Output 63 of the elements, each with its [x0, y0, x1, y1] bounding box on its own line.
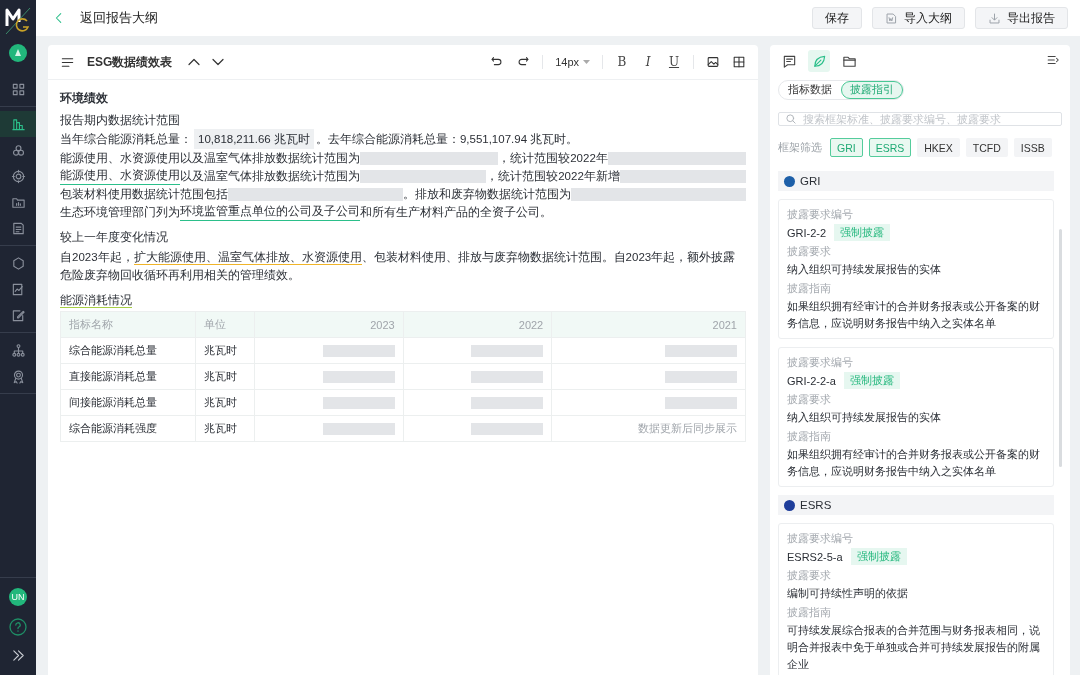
group-name: ESRS: [800, 499, 832, 511]
field-label: 披露要求编号: [787, 531, 854, 546]
filter-label: 框架筛选: [778, 140, 822, 155]
table-cell: 兆瓦时: [195, 363, 255, 390]
italic-button[interactable]: I: [641, 55, 655, 69]
group-name: GRI: [800, 175, 821, 187]
group-header[interactable]: ESRS: [778, 495, 1054, 515]
column-header: 2022: [403, 311, 552, 338]
export-button[interactable]: 导出报告: [975, 7, 1068, 29]
subheading: 较上一年度变化情况: [60, 230, 169, 245]
disclosure-code: GRI-2-2: [787, 226, 827, 239]
requirement-text: 纳入组织可持续发展报告的实体: [787, 410, 942, 425]
paragraph: 当年综合能源消耗总量： 10,818,211.66 兆瓦时 。去年综合能源消耗总量：9,551,107.94 兆瓦时。: [60, 129, 746, 149]
paragraph: 生态环境管理部门列为环境监管重点单位的公司及子公司和所有生产材料产品的全资子公司。: [60, 203, 746, 221]
bold-button[interactable]: B: [615, 55, 629, 69]
field-label: 披露要求编号: [787, 207, 854, 222]
paragraph: 自2023年起，扩大能源使用、温室气体排放、水资源使用、包装材料使用、排放与废弃物数据统计范围。自2023年起，额外披露危险废弃物回收循环再利用相关的管理绩效。: [60, 250, 737, 283]
field-label: 披露要求: [787, 392, 832, 407]
table-cell: 兆瓦时: [195, 415, 255, 442]
table-cell: 间接能源消耗总量: [60, 389, 196, 416]
import-button[interactable]: 导入大纲: [872, 7, 965, 29]
group-header[interactable]: GRI: [778, 171, 1054, 191]
filter-chip[interactable]: ISSB: [1013, 138, 1052, 157]
requirement-text: 纳入组织可持续发展报告的实体: [787, 262, 942, 277]
requirement-text: 编制可持续性声明的依据: [787, 586, 909, 601]
guide-text: 可持续发展综合报表的合并范围与财务报表相同，说明合并报表中免于单独或合并可持续发展报告的附属企业: [787, 623, 1041, 672]
disclosure-code: ESRS2-5-a: [787, 550, 843, 563]
column-header: 2021: [551, 311, 746, 338]
save-button[interactable]: 保存: [812, 7, 862, 29]
field-label: 披露指南: [787, 281, 832, 296]
guide-text: 如果组织拥有经审计的合并财务报表或公开备案的财务信息，应说明财务报告中纳入之实体名单: [787, 447, 1041, 479]
table-cell: 综合能源消耗总量: [60, 337, 196, 364]
field-label: 披露要求: [787, 568, 832, 583]
table-cell: 直接能源消耗总量: [60, 363, 196, 390]
paragraph: 报告期内数据统计范围: [60, 113, 181, 128]
table-cell: 数据更新后同步展示: [638, 421, 737, 434]
document-title: ESG数据绩效表: [87, 53, 173, 71]
table-title: 能源消耗情况: [60, 293, 133, 308]
field-label: 披露指南: [787, 429, 832, 444]
column-header: 2023: [254, 311, 404, 338]
paragraph: 能源使用、水资源使用以及温室气体排放数据统计范围为 ，统计范围较2022年: [60, 150, 746, 166]
table-cell: 兆瓦时: [195, 337, 255, 364]
paragraph: 能源使用、水资源使用以及温室气体排放数据统计范围为 ，统计范围较2022年新增: [60, 167, 746, 185]
mandatory-tag: 强制披露: [850, 548, 907, 565]
field-label: 披露指南: [787, 605, 832, 620]
paragraph: 包装材料使用数据统计范围包括 。排放和废弃物数据统计范围为: [60, 186, 746, 202]
table-cell: 兆瓦时: [195, 389, 255, 416]
field-label: 披露要求编号: [787, 355, 854, 370]
column-header: 单位: [195, 311, 255, 338]
field-label: 披露要求: [787, 244, 832, 259]
mandatory-tag: 强制披露: [843, 372, 900, 389]
back-link[interactable]: 返回报告大纲: [52, 9, 158, 27]
disclosure-code: GRI-2-2-a: [787, 374, 836, 387]
mandatory-tag: 强制披露: [834, 224, 891, 241]
column-header: 指标名称: [60, 311, 196, 338]
guide-text: 如果组织拥有经审计的合并财务报表或公开备案的财务信息，应说明财务报告中纳入之实体名单: [787, 299, 1041, 331]
table-cell: 综合能源消耗强度: [60, 415, 196, 442]
section-heading: 环境绩效: [60, 90, 109, 106]
filter-chip[interactable]: TCFD: [965, 138, 1008, 157]
underline-button[interactable]: U: [667, 55, 681, 69]
filter-chip[interactable]: HKEX: [917, 138, 960, 157]
segment-tab[interactable]: 指标数据: [779, 81, 841, 99]
font-size-dropdown[interactable]: 14px: [555, 56, 590, 68]
